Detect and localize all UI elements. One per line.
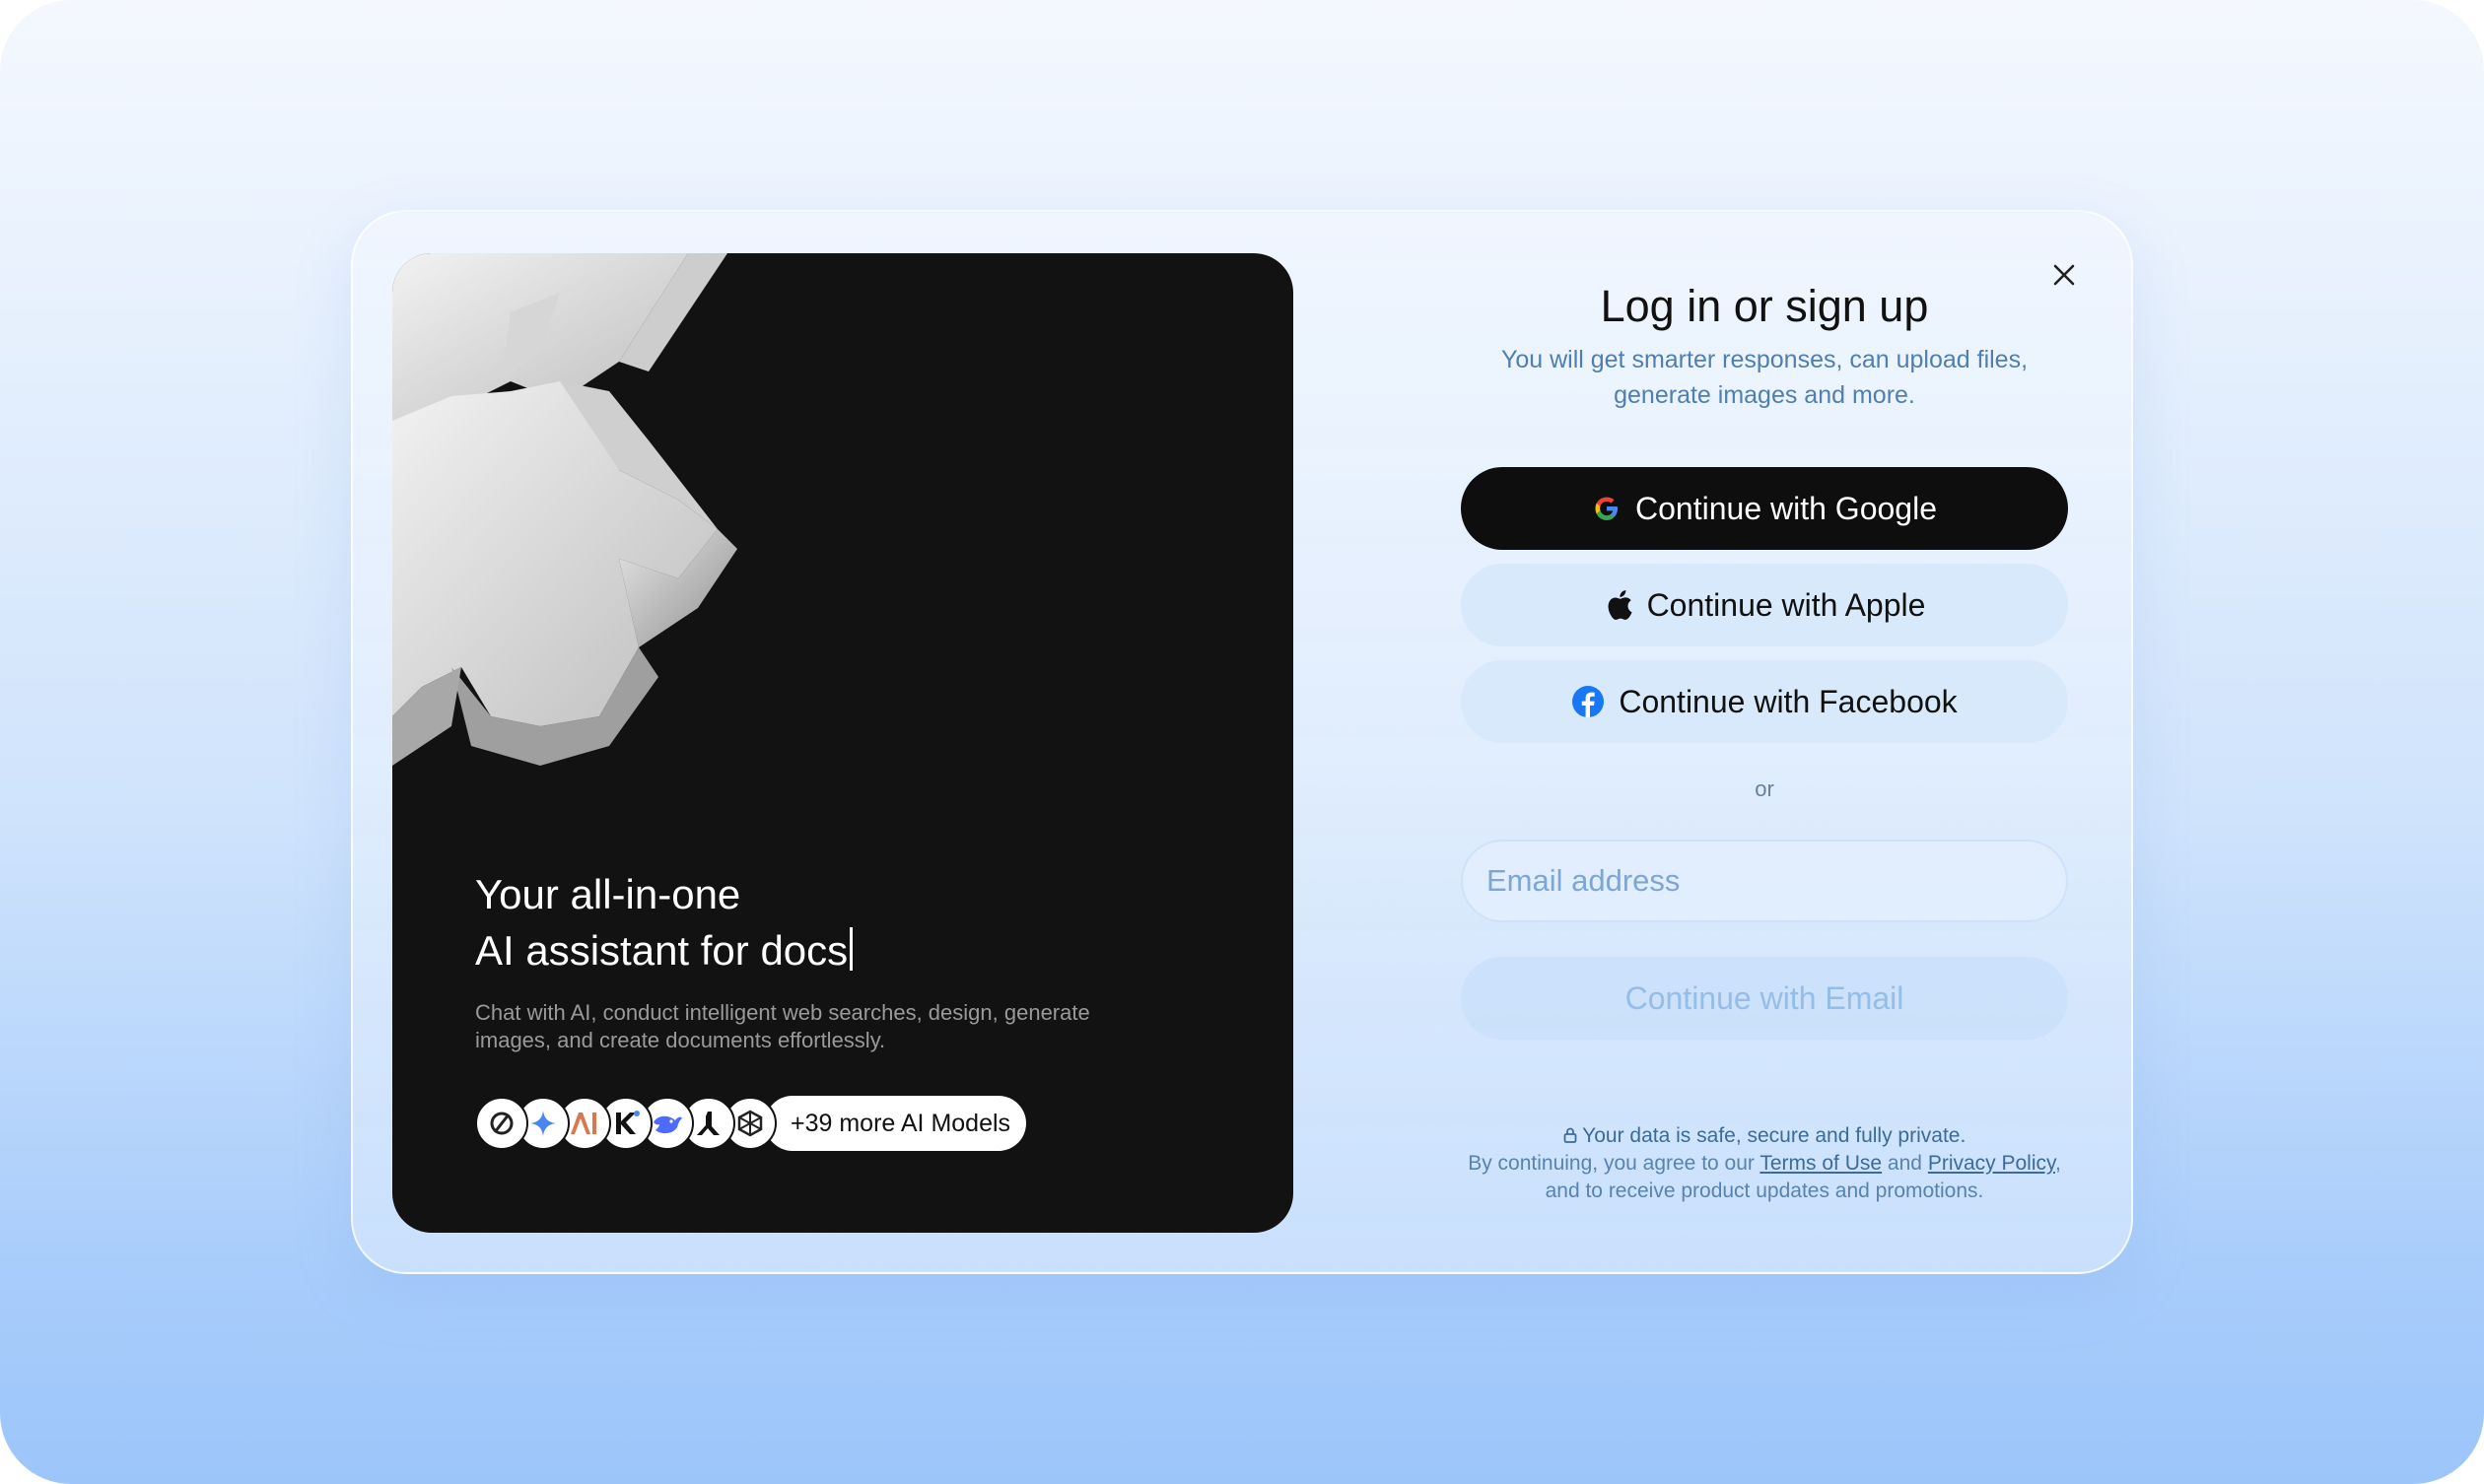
more-models-badge: +39 more AI Models xyxy=(765,1096,1027,1151)
privacy-safe-line: Your data is safe, secure and fully priv… xyxy=(1431,1122,2098,1150)
hero-title-line-1: Your all-in-one xyxy=(475,871,741,917)
login-modal: Your all-in-one AI assistant for docs Ch… xyxy=(351,210,2133,1274)
hero-description-line-2: images, and create documents effortlessl… xyxy=(475,1028,886,1052)
continue-with-facebook-button[interactable]: Continue with Facebook xyxy=(1461,660,2068,743)
terms-of-use-link[interactable]: Terms of Use xyxy=(1760,1152,1882,1175)
hero-description-line-1: Chat with AI, conduct intelligent web se… xyxy=(475,1000,1090,1025)
apple-icon xyxy=(1604,588,1633,622)
modal-subtitle-line-1: You will get smarter responses, can uplo… xyxy=(1500,346,2029,373)
terms-and: and xyxy=(1887,1152,1922,1175)
email-input[interactable] xyxy=(1461,840,2068,922)
hero-panel: Your all-in-one AI assistant for docs Ch… xyxy=(392,253,1293,1233)
continue-with-google-button[interactable]: Continue with Google xyxy=(1461,467,2068,550)
3d-asterisk-illustration xyxy=(392,253,737,766)
google-button-label: Continue with Google xyxy=(1635,490,1937,526)
hero-description: Chat with AI, conduct intelligent web se… xyxy=(475,999,1165,1054)
typing-cursor xyxy=(850,927,854,971)
google-icon xyxy=(1592,494,1622,523)
page-background: Your all-in-one AI assistant for docs Ch… xyxy=(0,0,2484,1484)
facebook-icon xyxy=(1571,685,1605,718)
continue-with-apple-button[interactable]: Continue with Apple xyxy=(1461,564,2068,646)
terms-comma: , xyxy=(2054,1152,2061,1175)
modal-subtitle-line-2: generate images and more. xyxy=(1614,381,1915,409)
modal-subtitle: You will get smarter responses, can uplo… xyxy=(1461,342,2068,413)
openai-icon xyxy=(475,1097,528,1150)
or-divider: or xyxy=(1755,776,1774,801)
apple-button-label: Continue with Apple xyxy=(1646,586,1926,623)
hero-title: Your all-in-one AI assistant for docs xyxy=(475,866,1224,978)
modal-title: Log in or sign up xyxy=(1600,281,1929,331)
continue-with-email-button[interactable]: Continue with Email xyxy=(1461,957,2068,1040)
facebook-button-label: Continue with Facebook xyxy=(1619,683,1958,719)
privacy-safe-text: Your data is safe, secure and fully priv… xyxy=(1582,1124,1966,1147)
hero-title-line-2: AI assistant for docs xyxy=(475,922,1224,978)
privacy-policy-link[interactable]: Privacy Policy xyxy=(1928,1152,2055,1175)
privacy-footer: Your data is safe, secure and fully priv… xyxy=(1431,1122,2098,1205)
ai-models-strip: +39 more AI Models xyxy=(475,1095,1027,1152)
promotions-line: and to receive product updates and promo… xyxy=(1545,1180,1984,1202)
hero-title-line-2-text: AI assistant for docs xyxy=(475,927,849,974)
terms-prefix: By continuing, you agree to our xyxy=(1468,1152,1755,1175)
terms-line: By continuing, you agree to our Terms of… xyxy=(1431,1150,2098,1178)
lock-icon xyxy=(1563,1124,1582,1147)
auth-panel: Log in or sign up You will get smarter r… xyxy=(1398,212,2088,1272)
